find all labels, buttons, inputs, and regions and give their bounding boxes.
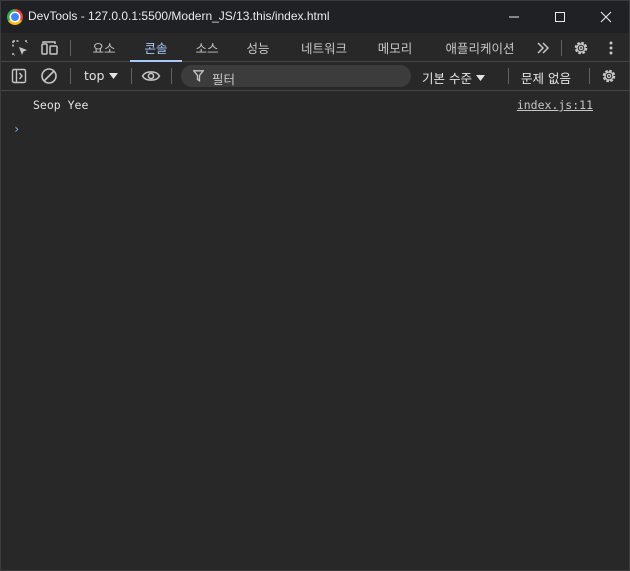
tab-memory[interactable]: 메모리: [367, 33, 423, 61]
gear-icon: [574, 41, 588, 55]
clear-console-icon: [41, 68, 57, 84]
tab-sources[interactable]: 소스: [184, 33, 230, 61]
maximize-icon: [555, 12, 565, 22]
console-toolbar: top 필터 기본 수준 문제 없음: [1, 62, 629, 91]
toolbar-divider: [131, 68, 132, 84]
log-levels-label: 기본 수준: [422, 71, 472, 86]
console-settings-button[interactable]: [598, 65, 620, 87]
sidebar-toggle-button[interactable]: [8, 65, 30, 87]
close-button[interactable]: [583, 1, 629, 33]
sidebar-toggle-icon: [11, 68, 27, 84]
filter-icon: [193, 70, 204, 82]
gear-icon: [602, 69, 616, 83]
live-expression-button[interactable]: [140, 65, 162, 87]
eye-icon: [141, 71, 161, 81]
console-prompt[interactable]: ›: [13, 122, 20, 136]
minimize-button[interactable]: [491, 1, 537, 33]
device-toggle-button[interactable]: [39, 37, 61, 59]
tab-elements[interactable]: 요소: [81, 33, 127, 61]
console-message-text: Seop Yee: [33, 98, 89, 112]
close-icon: [600, 11, 612, 23]
console-message-source-link[interactable]: index.js:11: [517, 98, 593, 112]
tab-performance[interactable]: 성능: [235, 33, 281, 61]
caret-down-icon: [475, 74, 485, 81]
filter-placeholder: 필터: [212, 72, 236, 87]
filter-input[interactable]: 필터: [181, 65, 411, 87]
inspect-element-icon: [12, 40, 28, 56]
main-menu-button[interactable]: [600, 37, 622, 59]
kebab-menu-icon: [609, 41, 613, 55]
clear-console-button[interactable]: [38, 65, 60, 87]
inspect-element-button[interactable]: [9, 37, 31, 59]
issues-counter[interactable]: 문제 없음: [521, 68, 571, 87]
console-output[interactable]: Seop Yee index.js:11 ›: [1, 91, 629, 570]
tab-console[interactable]: 콘솔: [130, 33, 182, 62]
caret-down-icon: [109, 72, 119, 79]
chrome-icon: [7, 9, 23, 25]
main-tab-bar: 요소 콘솔 소스 성능 네트워크 메모리 애플리케이션: [1, 33, 629, 62]
minimize-icon: [509, 16, 519, 18]
more-tabs-button[interactable]: [532, 37, 554, 59]
log-levels-dropdown[interactable]: 기본 수준: [422, 68, 485, 87]
maximize-button[interactable]: [537, 1, 583, 33]
settings-button[interactable]: [570, 37, 592, 59]
title-bar: DevTools - 127.0.0.1:5500/Modern_JS/13.t…: [1, 1, 629, 33]
toolbar-divider: [70, 68, 71, 84]
device-toggle-icon: [41, 41, 58, 55]
tab-application[interactable]: 애플리케이션: [431, 33, 529, 61]
window-title: DevTools - 127.0.0.1:5500/Modern_JS/13.t…: [28, 9, 330, 23]
console-message: Seop Yee index.js:11: [1, 91, 629, 119]
chevron-double-right-icon: [537, 42, 550, 54]
toolbar-divider: [70, 40, 71, 56]
context-label: top: [84, 68, 105, 83]
toolbar-divider: [561, 40, 562, 56]
toolbar-divider: [589, 68, 590, 84]
tab-network[interactable]: 네트워크: [289, 33, 359, 61]
toolbar-divider: [508, 68, 509, 84]
context-selector[interactable]: top: [84, 68, 119, 83]
toolbar-divider: [171, 68, 172, 84]
devtools-window: DevTools - 127.0.0.1:5500/Modern_JS/13.t…: [0, 0, 630, 571]
